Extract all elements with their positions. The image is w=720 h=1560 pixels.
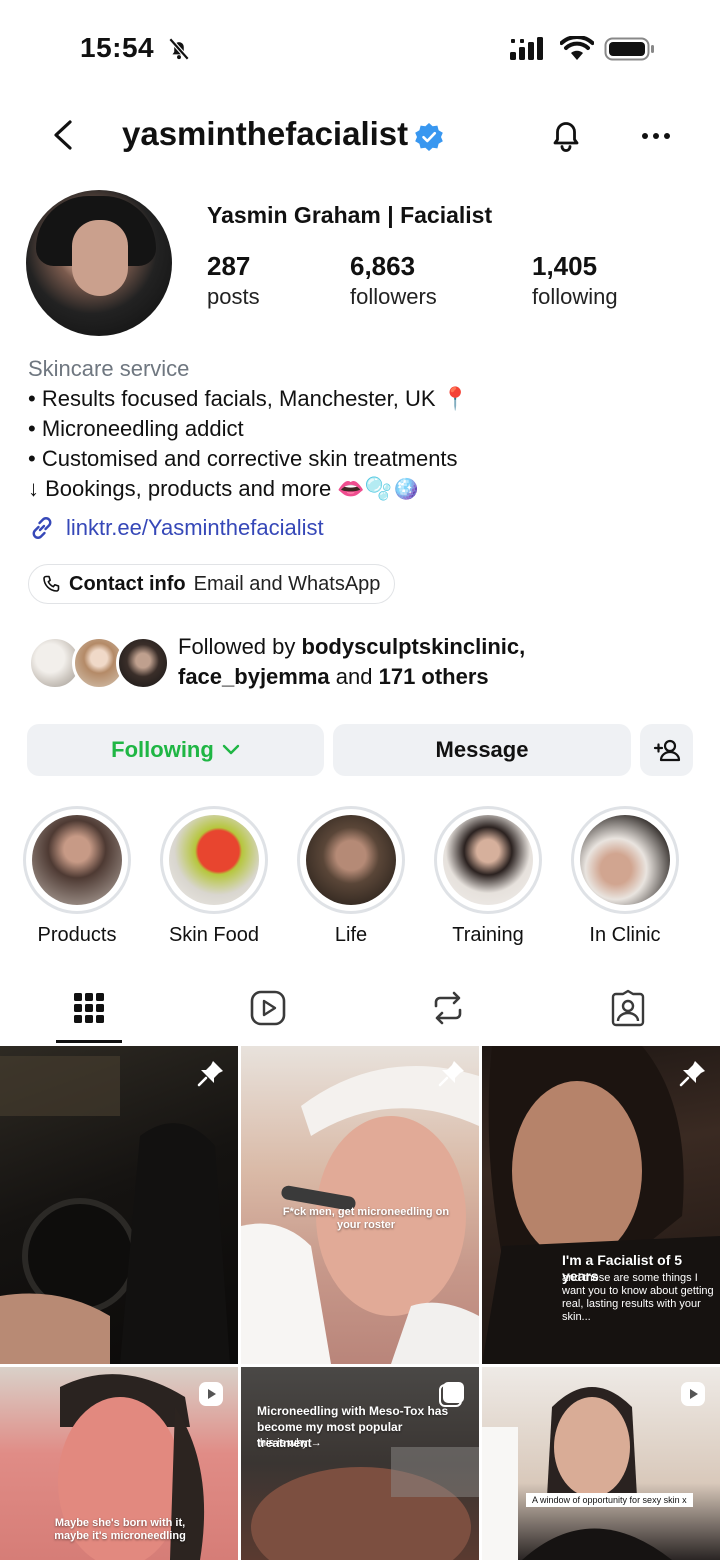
posts-grid: F*ck men, get microneedling on your rost… (0, 1046, 720, 1560)
bio-link[interactable]: linktr.ee/Yasminthefacialist (28, 512, 324, 544)
reel-icon (199, 1382, 223, 1406)
profile-bio: Skincare service • Results focused facia… (28, 354, 708, 504)
post-thumbnail (241, 1066, 479, 1364)
posts-count: 287 (207, 251, 251, 281)
highlight-cover (169, 815, 259, 905)
followed-by[interactable]: Followed by bodysculptskinclinic, face_b… (28, 632, 708, 694)
active-tab-indicator (56, 1040, 122, 1043)
followers-stat[interactable]: 6,863 followers (350, 250, 437, 312)
tagged-tab-icon[interactable] (608, 988, 648, 1028)
pin-icon (438, 1061, 464, 1087)
add-user-button[interactable] (640, 724, 693, 776)
phone-icon (43, 575, 60, 592)
reels-tab-icon[interactable] (248, 988, 288, 1028)
chevron-down-icon (222, 744, 240, 755)
posts-stat[interactable]: 287 posts (207, 250, 260, 312)
post-caption: F*ck men, get microneedling on your rost… (282, 1206, 450, 1231)
bell-off-icon (168, 37, 190, 61)
display-name: Yasmin Graham | Facialist (207, 202, 493, 228)
mutual-avatars (28, 636, 170, 692)
highlight-label: Training (452, 924, 524, 946)
contact-info-label: Contact info (69, 572, 186, 595)
following-button-label: Following (111, 737, 214, 762)
contact-info-value: Email and WhatsApp (193, 572, 381, 595)
message-button-label: Message (435, 737, 529, 762)
add-user-icon (653, 739, 680, 762)
highlight-life[interactable]: Life (295, 806, 407, 947)
battery-icon (604, 37, 654, 61)
signal-icon (510, 37, 543, 60)
highlight-ring (23, 806, 131, 914)
avatar (116, 636, 170, 690)
followed-by-prefix: Followed by (178, 634, 302, 659)
carousel-icon (439, 1382, 464, 1407)
highlight-ring (297, 806, 405, 914)
highlight-cover (443, 815, 533, 905)
post-caption: A window of opportunity for sexy skin x (526, 1493, 693, 1507)
status-time: 15:54 (80, 32, 155, 63)
wifi-icon (560, 36, 594, 60)
highlight-label: Life (334, 924, 368, 946)
profile-avatar[interactable] (26, 190, 172, 336)
profile-tabs (0, 974, 720, 1044)
grid-tab-icon[interactable] (69, 988, 109, 1028)
bio-line: • Microneedling addict (28, 416, 244, 441)
highlight-cover (306, 815, 396, 905)
following-button[interactable]: Following (27, 724, 324, 776)
followed-by-and: and (329, 664, 379, 689)
following-count: 1,405 (532, 251, 598, 281)
avatar-face (72, 220, 128, 296)
mutual-first: bodysculptskinclinic, (301, 634, 526, 659)
highlight-skin-food[interactable]: Skin Food (158, 806, 270, 947)
post-subcaption: this is why → (257, 1437, 322, 1449)
highlight-cover (32, 815, 122, 905)
following-label: following (532, 284, 618, 309)
highlight-label: Skin Food (168, 924, 260, 946)
reposts-tab-icon[interactable] (428, 988, 468, 1028)
bio-line: • Results focused facials, Manchester, U… (28, 386, 470, 411)
bio-category: Skincare service (28, 356, 190, 381)
post-caption: Maybe she's born with it, maybe it's mic… (54, 1517, 186, 1542)
post-tile[interactable]: I'm a Facialist of 5 years and these are… (482, 1046, 720, 1364)
highlight-in-clinic[interactable]: In Clinic (569, 806, 681, 947)
highlight-cover (580, 815, 670, 905)
notification-bell-icon[interactable] (546, 114, 586, 156)
post-tile[interactable]: Microneedling with Meso-Tox has become m… (241, 1367, 479, 1560)
highlight-ring (571, 806, 679, 914)
verified-badge-icon (415, 123, 443, 151)
bio-link-text[interactable]: linktr.ee/Yasminthefacialist (66, 515, 324, 541)
highlight-label: Products (37, 924, 117, 946)
highlight-training[interactable]: Training (432, 806, 544, 947)
bio-line: • Customised and corrective skin treatme… (28, 446, 458, 471)
followers-label: followers (350, 284, 437, 309)
followers-count: 6,863 (350, 251, 416, 281)
profile-header: yasminthefacialist (0, 100, 720, 172)
pin-icon (679, 1061, 705, 1087)
message-button[interactable]: Message (333, 724, 631, 776)
reel-icon (681, 1382, 705, 1406)
post-thumbnail (0, 1056, 230, 1364)
post-tile[interactable]: A window of opportunity for sexy skin x (482, 1367, 720, 1560)
bio-line: ↓ Bookings, products and more 👄🫧🪩 (28, 476, 420, 501)
back-icon[interactable] (44, 114, 84, 156)
status-bar: 15:54 (0, 0, 720, 96)
highlight-label: In Clinic (589, 924, 661, 946)
mutual-second: face_byjemma (178, 664, 330, 689)
contact-info-button[interactable]: Contact info Email and WhatsApp (28, 564, 396, 604)
post-tile[interactable] (0, 1046, 238, 1364)
more-options-icon[interactable] (636, 116, 676, 156)
post-tile[interactable]: F*ck men, get microneedling on your rost… (241, 1046, 479, 1364)
following-stat[interactable]: 1,405 following (532, 250, 618, 312)
highlight-ring (434, 806, 542, 914)
followed-by-text: Followed by bodysculptskinclinic, face_b… (178, 632, 525, 692)
posts-label: posts (207, 284, 260, 309)
highlight-ring (160, 806, 268, 914)
highlight-products[interactable]: Products (21, 806, 133, 947)
mutual-others: 171 others (378, 664, 489, 689)
post-tile[interactable]: Maybe she's born with it, maybe it's mic… (0, 1367, 238, 1560)
link-icon (32, 517, 52, 539)
profile-username: yasminthefacialist (122, 115, 409, 152)
post-subcaption: and these are some things I want you to … (562, 1272, 714, 1323)
